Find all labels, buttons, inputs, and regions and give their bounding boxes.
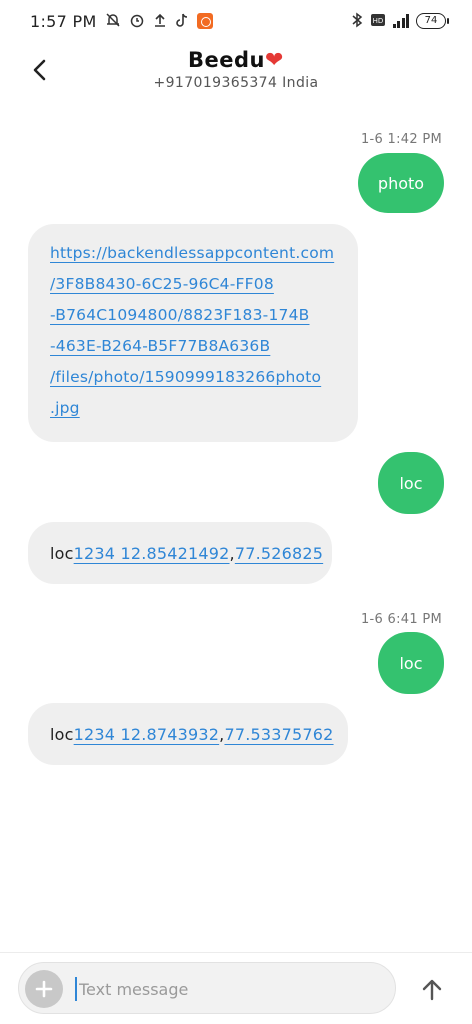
message-text: loc1234 12.8743932,77.53375762 bbox=[50, 725, 334, 744]
status-bar: 1:57 PM HD 74 bbox=[0, 0, 472, 42]
message-text: loc bbox=[399, 473, 423, 493]
message-link-line[interactable]: https://backendlessappcontent.com bbox=[50, 238, 336, 269]
notification-off-icon bbox=[105, 12, 121, 31]
message-link-line[interactable]: -B764C1094800/8823F183-174B bbox=[50, 300, 336, 331]
app-notification-icon bbox=[196, 13, 213, 29]
message-link[interactable]: 1234 12.85421492 bbox=[74, 544, 230, 563]
battery-icon: 74 bbox=[416, 13, 449, 29]
alarm-icon bbox=[129, 12, 145, 31]
upload-icon bbox=[153, 12, 167, 31]
status-time: 1:57 PM bbox=[30, 11, 97, 31]
status-left: 1:57 PM bbox=[30, 12, 213, 31]
outgoing-message-bubble[interactable]: photo bbox=[358, 153, 444, 213]
plus-icon[interactable] bbox=[25, 970, 63, 1008]
message-input[interactable] bbox=[79, 975, 379, 1003]
heart-emoji: ❤ bbox=[265, 48, 284, 73]
message-text: loc bbox=[399, 653, 423, 673]
send-arrow-icon[interactable] bbox=[414, 972, 450, 1008]
status-right: HD 74 bbox=[351, 12, 449, 31]
message-text: photo bbox=[377, 173, 425, 193]
svg-text:HD: HD bbox=[372, 17, 383, 25]
volte-icon: HD bbox=[370, 13, 386, 30]
incoming-message-bubble[interactable]: https://backendlessappcontent.com /3F8B8… bbox=[28, 224, 358, 442]
text-cursor bbox=[75, 977, 77, 1001]
message-link[interactable]: 77.526825 bbox=[235, 544, 323, 563]
contact-number: +917019365374 India bbox=[153, 75, 319, 91]
incoming-message-bubble[interactable]: loc1234 12.8743932,77.53375762 bbox=[28, 703, 348, 765]
message-link[interactable]: 77.53375762 bbox=[224, 725, 333, 744]
message-link-line[interactable]: /files/photo/1590999183266photo bbox=[50, 362, 336, 393]
message-link-line[interactable]: /3F8B8430-6C25-96C4-FF08 bbox=[50, 269, 336, 300]
message-timestamp: 1-6 1:42 PM bbox=[360, 132, 442, 147]
conversation-header: Beedu❤ +917019365374 India bbox=[0, 42, 472, 106]
composer-divider bbox=[0, 952, 472, 953]
bluetooth-icon bbox=[351, 12, 363, 31]
message-prefix: loc bbox=[50, 543, 74, 563]
message-composer bbox=[18, 962, 396, 1014]
tiktok-icon bbox=[175, 12, 189, 31]
message-link-line[interactable]: .jpg bbox=[50, 393, 336, 424]
contact-name: Beedu bbox=[188, 48, 266, 72]
message-prefix: loc bbox=[50, 724, 74, 744]
message-link-line[interactable]: -463E-B264-B5F77B8A636B bbox=[50, 331, 336, 362]
incoming-message-bubble[interactable]: loc1234 12.85421492,77.526825 bbox=[28, 522, 332, 584]
outgoing-message-bubble[interactable]: loc bbox=[378, 632, 444, 694]
outgoing-message-bubble[interactable]: loc bbox=[378, 452, 444, 514]
message-text: loc1234 12.85421492,77.526825 bbox=[50, 544, 323, 563]
message-link[interactable]: 1234 12.8743932 bbox=[74, 725, 220, 744]
signal-icon bbox=[392, 14, 409, 28]
contact-name-row[interactable]: Beedu❤ bbox=[0, 48, 472, 73]
message-timestamp: 1-6 6:41 PM bbox=[360, 612, 442, 627]
